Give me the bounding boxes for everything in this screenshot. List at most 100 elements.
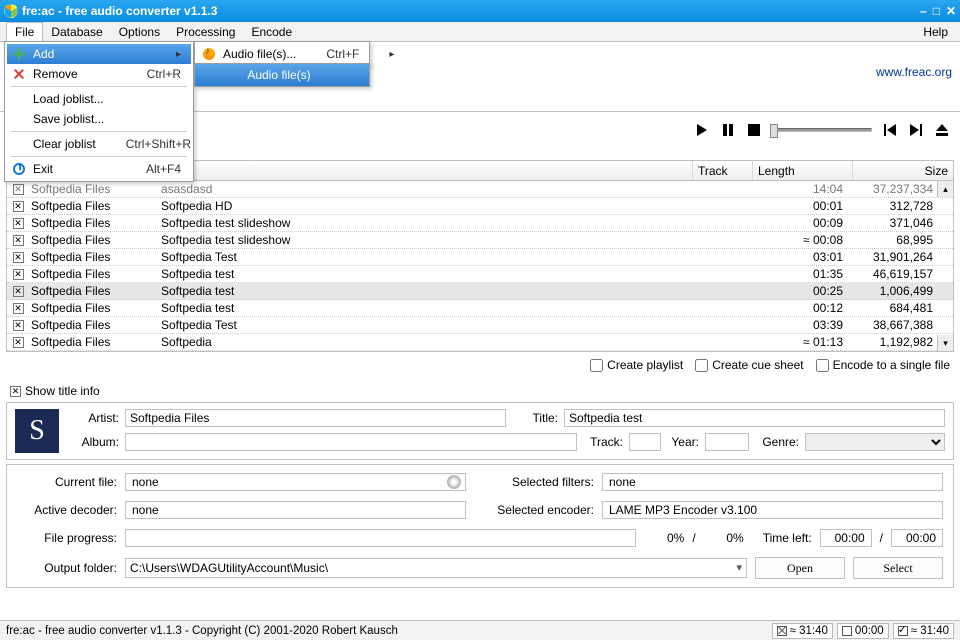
file-progress-pct2: 0% xyxy=(704,531,744,545)
row-checkbox[interactable]: ✕ xyxy=(13,269,24,280)
cell-length: 14:04 xyxy=(753,182,853,196)
menu-help[interactable]: Help xyxy=(917,23,954,41)
current-file-value: none xyxy=(125,473,466,491)
submenu-audio-files-item[interactable]: Audio file(s) xyxy=(195,64,369,86)
minimize-button[interactable]: – xyxy=(920,4,927,18)
cell-length: 00:25 xyxy=(753,284,853,298)
pause-button[interactable] xyxy=(720,122,736,138)
open-button[interactable]: Open xyxy=(755,557,845,579)
menu-save-joblist[interactable]: Save joblist... xyxy=(7,109,191,129)
menu-clear-joblist[interactable]: Clear joblist Ctrl+Shift+R xyxy=(7,134,191,154)
close-button[interactable]: ✕ xyxy=(946,4,956,18)
artist-label: Artist: xyxy=(67,411,119,425)
seek-slider[interactable] xyxy=(772,128,872,132)
cell-artist: Softpedia Files xyxy=(29,335,159,349)
scroll-up-button[interactable]: ▴ xyxy=(937,181,953,197)
create-playlist-checkbox[interactable]: Create playlist xyxy=(590,358,683,372)
menu-processing[interactable]: Processing xyxy=(168,23,243,41)
menu-file[interactable]: File xyxy=(6,22,43,42)
cell-artist: Softpedia Files xyxy=(29,318,159,332)
track-input[interactable] xyxy=(629,433,661,451)
file-menu-popup: Add Remove Ctrl+R Load joblist... Save j… xyxy=(4,41,194,182)
exit-icon xyxy=(13,163,25,175)
cell-artist: Softpedia Files xyxy=(29,199,159,213)
cover-art: S xyxy=(15,409,59,453)
row-checkbox[interactable]: ✕ xyxy=(13,201,24,212)
active-decoder-value: none xyxy=(125,501,466,519)
cell-size: 312,728 xyxy=(853,199,953,213)
create-cue-checkbox[interactable]: Create cue sheet xyxy=(695,358,803,372)
select-button[interactable]: Select xyxy=(853,557,943,579)
menu-load-joblist[interactable]: Load joblist... xyxy=(7,89,191,109)
disc-icon xyxy=(447,475,461,489)
table-row[interactable]: ✕Softpedia FilesSoftpedia HD00:01312,728 xyxy=(7,198,953,215)
table-row[interactable]: ✕Softpedia FilesSoftpedia test slideshow… xyxy=(7,232,953,249)
genre-select[interactable] xyxy=(805,433,945,451)
table-row[interactable]: ✕Softpedia FilesSoftpedia test01:3546,61… xyxy=(7,266,953,283)
row-checkbox[interactable]: ✕ xyxy=(13,252,24,263)
active-decoder-label: Active decoder: xyxy=(17,503,117,517)
next-button[interactable] xyxy=(908,122,924,138)
table-row[interactable]: ✕Softpedia FilesSoftpedia Test03:0131,90… xyxy=(7,249,953,266)
scroll-down-button[interactable]: ▾ xyxy=(937,335,953,351)
menu-remove[interactable]: Remove Ctrl+R xyxy=(7,64,191,84)
table-row[interactable]: ✕Softpedia FilesSoftpedia test00:12684,4… xyxy=(7,300,953,317)
cell-size: 68,995 xyxy=(853,233,953,247)
table-row[interactable]: ✕Softpedia FilesSoftpedia≈ 01:131,192,98… xyxy=(7,334,953,351)
col-track[interactable]: Track xyxy=(693,161,753,180)
col-length[interactable]: Length xyxy=(753,161,853,180)
checked-icon xyxy=(777,626,787,636)
title-input[interactable] xyxy=(564,409,945,427)
title-info-panel: S Artist: Title: Album: Track: Year: Gen… xyxy=(6,402,954,460)
cell-length: 03:01 xyxy=(753,250,853,264)
menu-options[interactable]: Options xyxy=(111,23,168,41)
cell-size: 31,901,264 xyxy=(853,250,953,264)
table-row[interactable]: ✕Softpedia FilesSoftpedia test slideshow… xyxy=(7,215,953,232)
prev-button[interactable] xyxy=(882,122,898,138)
row-checkbox[interactable]: ✕ xyxy=(13,184,24,195)
submenu-audio-files[interactable]: Audio file(s)... Ctrl+F xyxy=(197,44,367,64)
menu-add[interactable]: Add xyxy=(7,44,191,64)
output-folder-label: Output folder: xyxy=(17,561,117,575)
album-input[interactable] xyxy=(125,433,577,451)
selected-encoder-value: LAME MP3 Encoder v3.100 xyxy=(602,501,943,519)
row-checkbox[interactable]: ✕ xyxy=(13,320,24,331)
output-folder-combo[interactable]: C:\Users\WDAGUtilityAccount\Music\ xyxy=(125,558,747,578)
row-checkbox[interactable]: ✕ xyxy=(13,303,24,314)
table-row[interactable]: ✕Softpedia Filesasasdasd14:0437,237,334 xyxy=(7,181,953,198)
time-left-1: 00:00 xyxy=(820,529,872,547)
file-progress-bar xyxy=(125,529,636,547)
file-progress-label: File progress: xyxy=(17,531,117,545)
cell-length: 03:39 xyxy=(753,318,853,332)
homepage-link[interactable]: www.freac.org xyxy=(876,65,952,79)
table-row[interactable]: ✕Softpedia FilesSoftpedia test00:251,006… xyxy=(7,283,953,300)
menu-encode[interactable]: Encode xyxy=(243,23,300,41)
playback-controls xyxy=(694,122,950,138)
cell-size: 46,619,157 xyxy=(853,267,953,281)
stop-button[interactable] xyxy=(746,122,762,138)
status-panel: Current file: none Selected filters: non… xyxy=(6,464,954,588)
cell-title: Softpedia test slideshow xyxy=(159,216,693,230)
maximize-button[interactable]: □ xyxy=(933,4,940,18)
window-title: fre:ac - free audio converter v1.1.3 xyxy=(22,4,217,18)
cell-size: 684,481 xyxy=(853,301,953,315)
menu-separator xyxy=(11,131,187,132)
col-size[interactable]: Size xyxy=(853,161,953,180)
menu-exit[interactable]: Exit Alt+F4 xyxy=(7,159,191,179)
col-title[interactable] xyxy=(159,161,693,180)
table-row[interactable]: ✕Softpedia FilesSoftpedia Test03:3938,66… xyxy=(7,317,953,334)
menu-database[interactable]: Database xyxy=(43,23,110,41)
encode-single-checkbox[interactable]: Encode to a single file xyxy=(816,358,950,372)
row-checkbox[interactable]: ✕ xyxy=(13,235,24,246)
row-checkbox[interactable]: ✕ xyxy=(13,286,24,297)
row-checkbox[interactable]: ✕ xyxy=(13,218,24,229)
year-input[interactable] xyxy=(705,433,749,451)
play-button[interactable] xyxy=(694,122,710,138)
cell-length: 00:12 xyxy=(753,301,853,315)
row-checkbox[interactable]: ✕ xyxy=(13,337,24,348)
show-title-info-checkbox[interactable]: ✕ xyxy=(10,386,21,397)
artist-input[interactable] xyxy=(125,409,506,427)
eject-button[interactable] xyxy=(934,122,950,138)
time-left-2: 00:00 xyxy=(891,529,943,547)
footer-seg-2: 00:00 xyxy=(837,623,889,639)
